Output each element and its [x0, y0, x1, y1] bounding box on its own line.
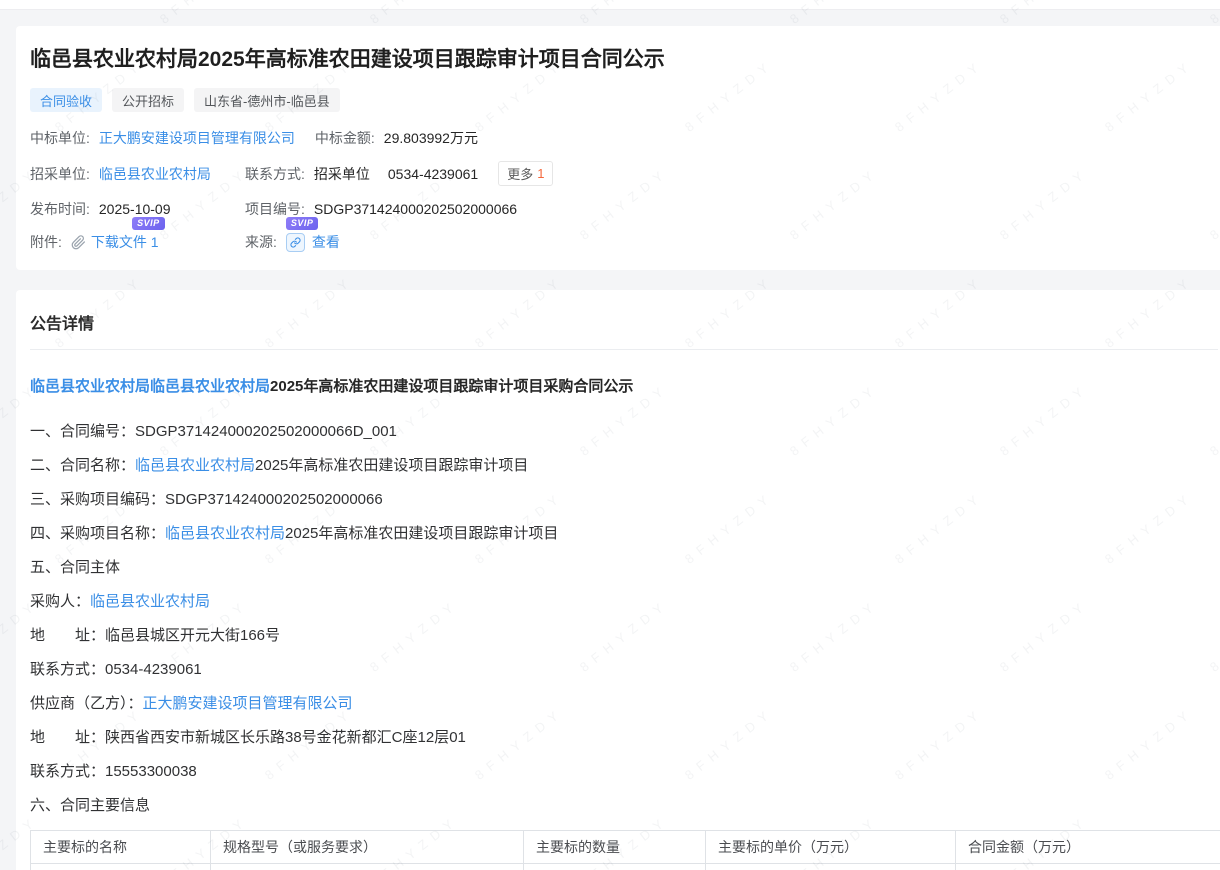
page-title: 临邑县农业农村局2025年高标准农田建设项目跟踪审计项目合同公示: [30, 46, 1218, 74]
source-link-icon[interactable]: [286, 233, 305, 252]
announcement-paragraphs: 一、合同编号：SDGP371424000202502000066D_001 二、合…: [30, 422, 1218, 816]
attachment-label: 附件:: [30, 232, 62, 252]
inline-link[interactable]: 临邑县农业农村局: [90, 593, 210, 610]
amount-label: 中标金额:: [315, 128, 375, 148]
paragraph-text: 供应商（乙方）：: [30, 695, 143, 712]
paragraph-text: 采购人：: [30, 593, 90, 610]
source-label: 来源:: [245, 232, 277, 252]
inline-link[interactable]: 正大鹏安建设项目管理有限公司: [143, 695, 353, 712]
tag-status: 合同验收: [30, 88, 102, 112]
paragraph-text: 地 址：陕西省西安市新城区长乐路38号金花新都汇C座12层01: [30, 729, 466, 746]
paragraph-text: 联系方式：0534-4239061: [30, 661, 202, 678]
publish-date-label: 发布时间:: [30, 199, 90, 219]
announcement-paragraph: 四、采购项目名称：临邑县农业农村局2025年高标准农田建设项目跟踪审计项目: [30, 524, 1218, 544]
paragraph-text: 六、合同主要信息: [30, 797, 150, 814]
amount-value: 29.803992万元: [384, 128, 478, 148]
announcement-paragraph: 联系方式：0534-4239061: [30, 660, 1218, 680]
announcement-paragraph: 一、合同编号：SDGP371424000202502000066D_001: [30, 422, 1218, 442]
svip-badge[interactable]: SVIP: [132, 217, 165, 230]
announcement-paragraph: 地 址：陕西省西安市新城区长乐路38号金花新都汇C座12层01: [30, 728, 1218, 748]
summary-card: 临邑县农业农村局2025年高标准农田建设项目跟踪审计项目合同公示 合同验收公开招…: [16, 26, 1220, 270]
section-title: 公告详情: [30, 310, 1218, 334]
tag-info: 山东省-德州市-临邑县: [194, 88, 340, 112]
source-view-link[interactable]: 查看: [312, 232, 340, 252]
tag-info: 公开招标: [112, 88, 184, 112]
inline-link[interactable]: 临邑县农业农村局: [135, 457, 255, 474]
announcement-paragraph: 联系方式：15553300038: [30, 762, 1218, 782]
table-cell: 审计服务: [31, 864, 211, 870]
table-header-cell: 规格型号（或服务要求）: [211, 831, 524, 864]
table-cell: 1: [524, 864, 706, 870]
table-header-cell: 主要标的单价（万元）: [706, 831, 956, 864]
paragraph-text: 2025年高标准农田建设项目跟踪审计项目: [285, 525, 558, 542]
announcement-paragraph: 二、合同名称：临邑县农业农村局2025年高标准农田建设项目跟踪审计项目: [30, 456, 1218, 476]
tag-list: 合同验收公开招标山东省-德州市-临邑县: [30, 88, 1218, 112]
project-no-value: SDGP371424000202502000066: [314, 201, 517, 217]
table-cell: /: [211, 864, 524, 870]
paragraph-text: 二、合同名称：: [30, 457, 135, 474]
section-divider: [30, 349, 1218, 350]
paragraph-text: 地 址：临邑县城区开元大街166号: [30, 627, 280, 644]
top-strip: [0, 0, 1220, 10]
svip-badge[interactable]: SVIP: [286, 217, 319, 230]
more-count-badge: 1: [537, 166, 544, 181]
headline-agency-link[interactable]: 临邑县农业农村局临邑县农业农村局: [30, 378, 270, 395]
announcement-paragraph: 地 址：临邑县城区开元大街166号: [30, 626, 1218, 646]
table-header-cell: 主要标的数量: [524, 831, 706, 864]
paperclip-icon: [71, 235, 86, 250]
table-header-cell: 主要标的名称: [31, 831, 211, 864]
paragraph-text: 2025年高标准农田建设项目跟踪审计项目: [255, 457, 528, 474]
headline-text: 2025年高标准农田建设项目跟踪审计项目采购合同公示: [270, 378, 633, 395]
purchaser-label: 招采单位:: [30, 164, 90, 184]
table-header-cell: 合同金额（万元）: [956, 831, 1220, 864]
meta-section: 中标单位: 正大鹏安建设项目管理有限公司 中标金额: 29.803992万元 招…: [30, 128, 1218, 252]
more-button[interactable]: 更多 1: [498, 161, 553, 186]
paragraph-text: 三、采购项目编码：SDGP371424000202502000066: [30, 491, 383, 508]
purchaser-link[interactable]: 临邑县农业农村局: [99, 164, 211, 184]
paragraph-text: 一、合同编号：SDGP371424000202502000066D_001: [30, 423, 397, 440]
contract-info-table: 主要标的名称规格型号（或服务要求）主要标的数量主要标的单价（万元）合同金额（万元…: [30, 830, 1220, 870]
inline-link[interactable]: 临邑县农业农村局: [165, 525, 285, 542]
contact-label: 联系方式:: [245, 164, 305, 184]
announcement-paragraph: 五、合同主体: [30, 558, 1218, 578]
contact-phone: 0534-4239061: [388, 166, 478, 182]
project-no-label: 项目编号:: [245, 199, 305, 219]
announcement-paragraph: 采购人：临邑县农业农村局: [30, 592, 1218, 612]
table-row: 审计服务/129.80399229.803992: [31, 864, 1220, 870]
meta-row-publish: 发布时间: 2025-10-09 项目编号: SDGP3714240002025…: [30, 199, 1218, 219]
table-header-row: 主要标的名称规格型号（或服务要求）主要标的数量主要标的单价（万元）合同金额（万元…: [31, 831, 1220, 864]
publish-date-value: 2025-10-09: [99, 201, 171, 217]
table-cell: 29.803992: [706, 864, 956, 870]
table-cell: 29.803992: [956, 864, 1220, 870]
announcement-headline: 临邑县农业农村局临邑县农业农村局2025年高标准农田建设项目跟踪审计项目采购合同…: [30, 376, 1218, 398]
announcement-paragraph: 三、采购项目编码：SDGP371424000202502000066: [30, 490, 1218, 510]
detail-card: 公告详情 临邑县农业农村局临邑县农业农村局2025年高标准农田建设项目跟踪审计项…: [16, 290, 1220, 870]
download-file-link[interactable]: 下载文件 1: [91, 232, 159, 252]
more-button-label: 更多: [507, 164, 533, 183]
meta-row-attachment: 附件: 下载文件 1 SVIP 来源: 查看 SVIP: [30, 232, 1218, 252]
contact-org: 招采单位: [314, 164, 370, 184]
paragraph-text: 四、采购项目名称：: [30, 525, 165, 542]
announcement-paragraph: 六、合同主要信息: [30, 796, 1218, 816]
meta-row-purchaser: 招采单位: 临邑县农业农村局 联系方式: 招采单位 0534-4239061 更…: [30, 161, 1218, 186]
meta-row-winner: 中标单位: 正大鹏安建设项目管理有限公司 中标金额: 29.803992万元: [30, 128, 1218, 148]
announcement-paragraph: 供应商（乙方）：正大鹏安建设项目管理有限公司: [30, 694, 1218, 714]
paragraph-text: 联系方式：15553300038: [30, 763, 197, 780]
table-body: 审计服务/129.80399229.803992: [31, 864, 1220, 870]
winner-label: 中标单位:: [30, 128, 90, 148]
paragraph-text: 五、合同主体: [30, 559, 120, 576]
winner-company-link[interactable]: 正大鹏安建设项目管理有限公司: [99, 128, 295, 148]
